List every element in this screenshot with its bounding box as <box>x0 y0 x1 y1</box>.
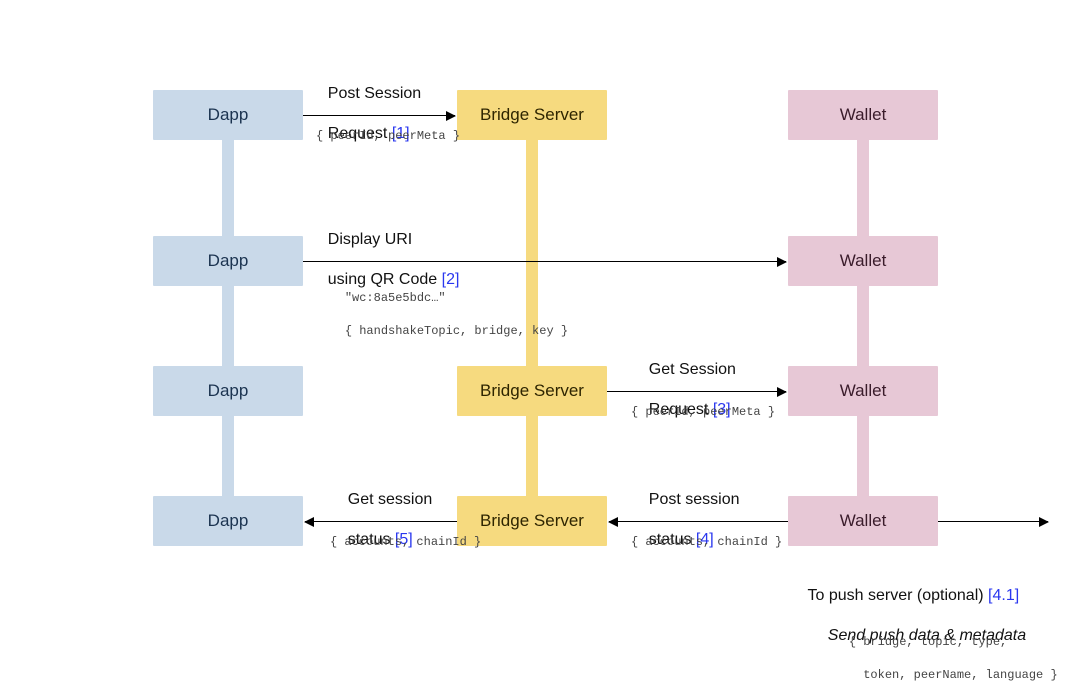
label-step-5: Get session status [5] <box>330 470 432 570</box>
node-dapp-2: Dapp <box>153 236 303 286</box>
payload-step-4: { accounts, chainId } <box>631 534 782 550</box>
lifeline-wallet-3 <box>857 416 869 496</box>
lifeline-dapp-2 <box>222 286 234 366</box>
node-bridge-1: Bridge Server <box>457 90 607 140</box>
node-bridge-3: Bridge Server <box>457 366 607 416</box>
label-step-4-1-ref: [4.1] <box>988 587 1019 604</box>
payload-step-2-l1: "wc:8a5e5bdc…" <box>345 291 446 305</box>
payload-step-4-1-l2: token, peerName, language } <box>849 668 1058 682</box>
label-step-1-l1: Post Session <box>328 85 421 102</box>
payload-step-1: { peerId, peerMeta } <box>316 128 460 144</box>
node-dapp-3: Dapp <box>153 366 303 416</box>
payload-step-3: { peerId, peerMeta } <box>631 404 775 420</box>
node-dapp-1: Dapp <box>153 90 303 140</box>
lifeline-bridge-2 <box>526 416 538 496</box>
lifeline-dapp-1 <box>222 140 234 236</box>
payload-step-4-1-l1: { bridge, topic, type, <box>849 635 1007 649</box>
node-wallet-4: Wallet <box>788 496 938 546</box>
node-wallet-1: Wallet <box>788 90 938 140</box>
label-step-5-l1: Get session <box>348 491 432 508</box>
lifeline-dapp-3 <box>222 416 234 496</box>
diagram-stage: Dapp Bridge Server Wallet Dapp Wallet Da… <box>0 0 1067 667</box>
label-step-4-1-title: To push server (optional) <box>808 587 989 604</box>
label-step-2-l1: Display URI <box>328 231 412 248</box>
lifeline-wallet-2 <box>857 286 869 366</box>
payload-step-2-l2: { handshakeTopic, bridge, key } <box>345 324 568 338</box>
node-wallet-3: Wallet <box>788 366 938 416</box>
label-step-3-l1: Get Session <box>649 361 736 378</box>
label-step-3: Get Session Request [3] <box>631 340 736 440</box>
node-wallet-2: Wallet <box>788 236 938 286</box>
arrow-step-4-1 <box>938 521 1048 522</box>
payload-step-4-1: { bridge, topic, type, token, peerName, … <box>820 618 1058 699</box>
payload-step-2: "wc:8a5e5bdc…" { handshakeTopic, bridge,… <box>316 274 568 355</box>
label-step-4: Post session status [4] <box>631 470 740 570</box>
node-dapp-4: Dapp <box>153 496 303 546</box>
payload-step-5: { accounts, chainId } <box>330 534 481 550</box>
lifeline-wallet-1 <box>857 140 869 236</box>
label-step-1: Post Session Request [1] <box>310 64 421 164</box>
label-step-4-l1: Post session <box>649 491 740 508</box>
